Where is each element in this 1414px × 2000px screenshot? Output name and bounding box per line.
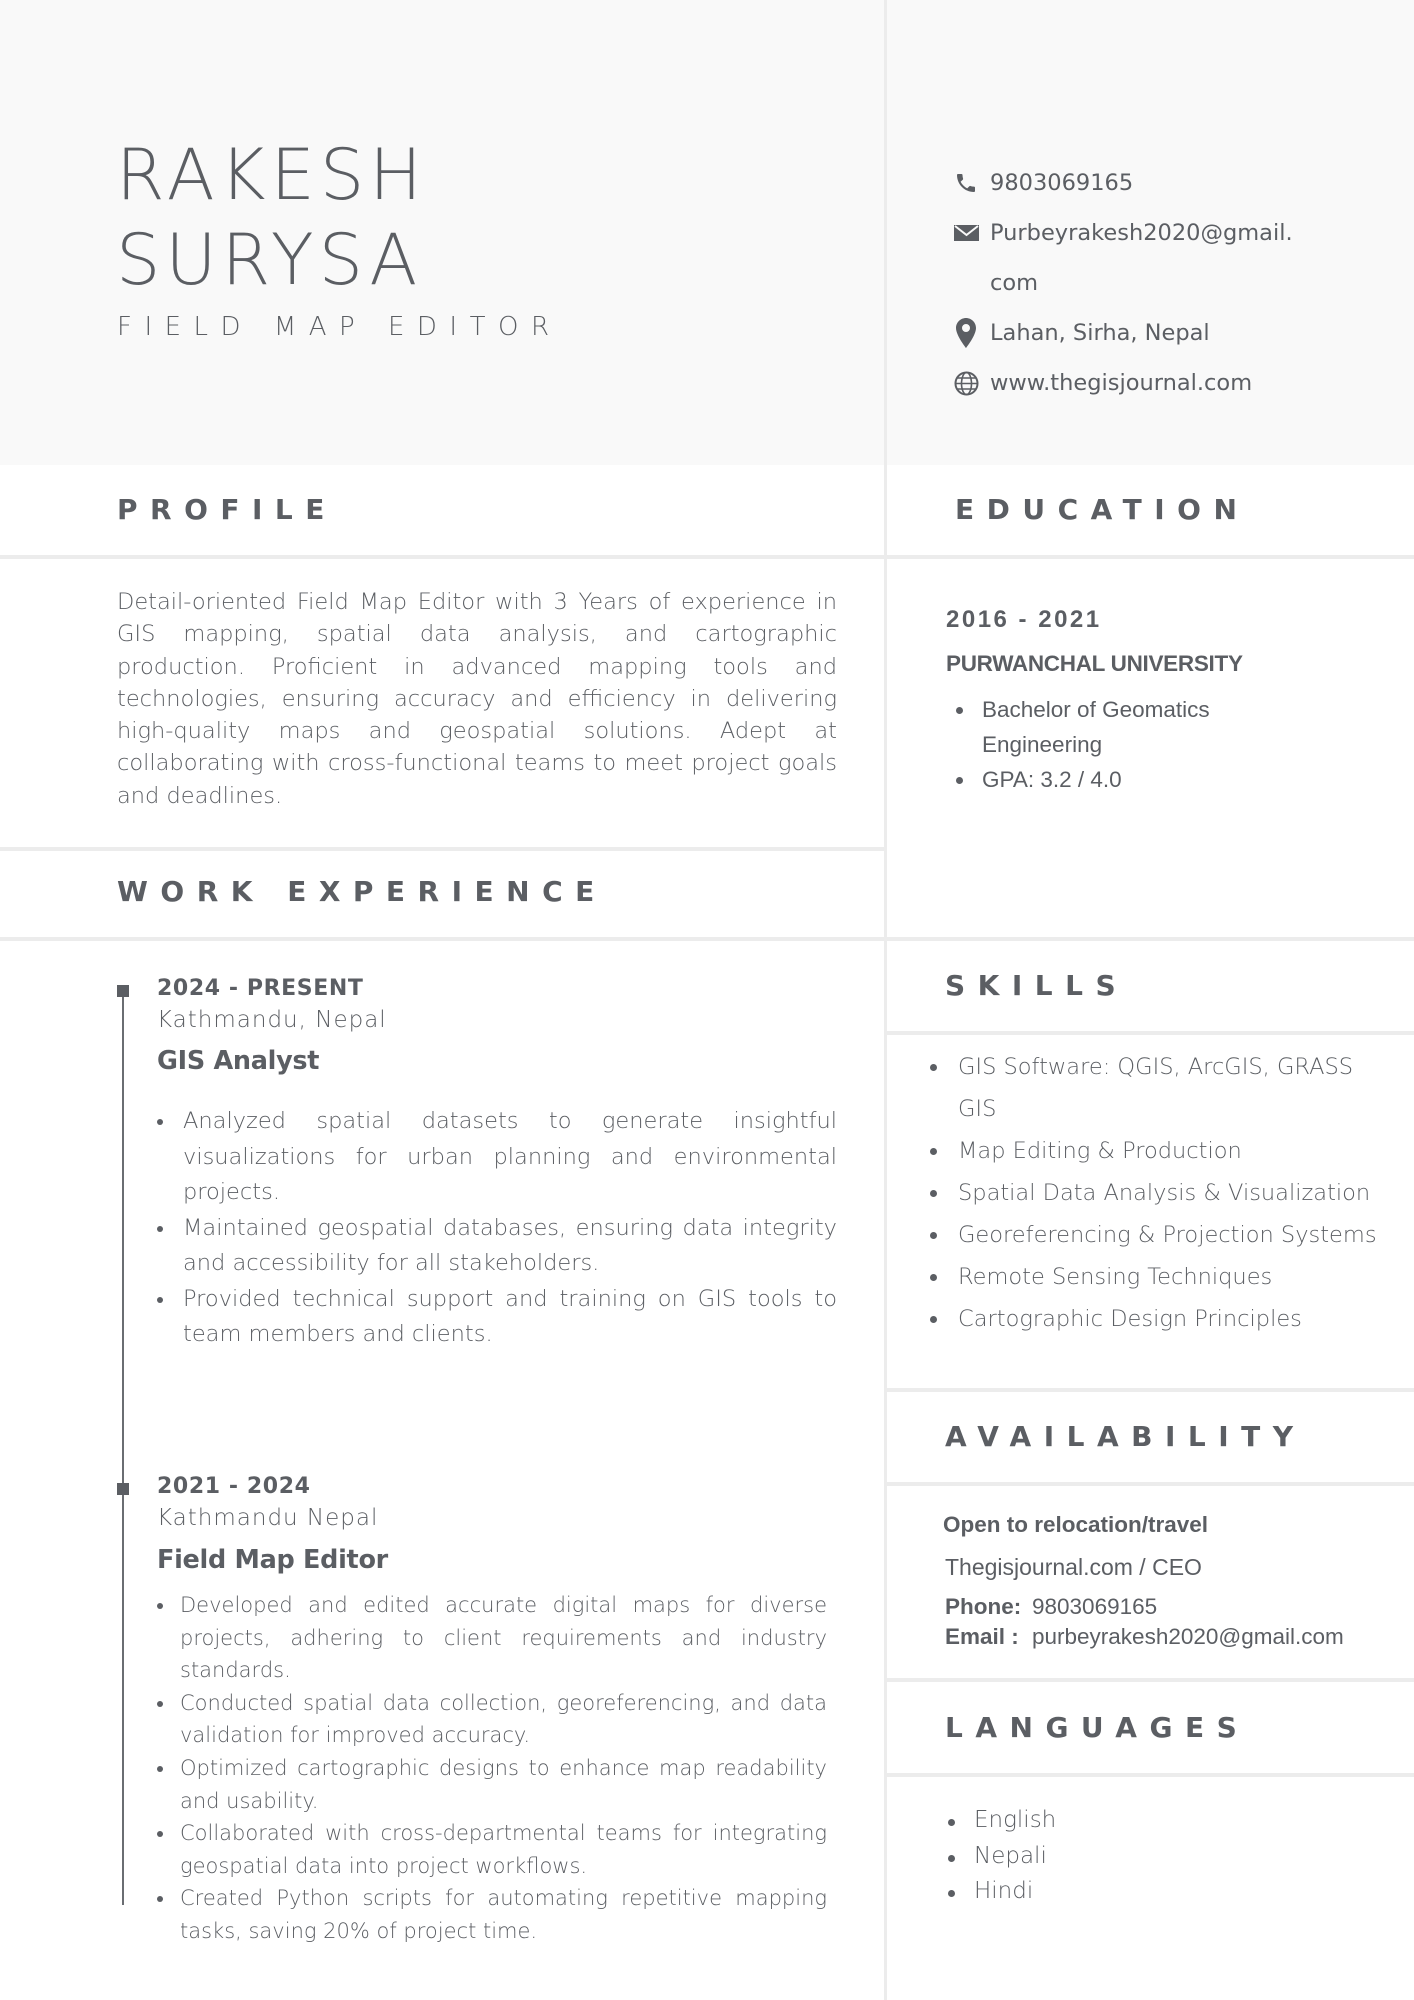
timeline-marker-1 (117, 985, 129, 997)
availability-organization: Thegisjournal.com / CEO (945, 1554, 1202, 1580)
contact-phone: 9803069165 (952, 163, 1133, 203)
education-degree: Bachelor of Geomatics Engineering (956, 692, 1296, 762)
column-divider (884, 0, 887, 2000)
availability-divider-top (887, 1388, 1414, 1392)
job-1-bullet: Analyzed spatial datasets to generate in… (157, 1104, 837, 1211)
location-text: Lahan, Sirha, Nepal (990, 320, 1210, 346)
work-divider-bottom (0, 937, 884, 941)
timeline-line (122, 985, 124, 1905)
skills-heading: SKILLS (945, 969, 1129, 1002)
skill-item: Spatial Data Analysis & Visualization (930, 1172, 1390, 1214)
job-1-bullets: Analyzed spatial datasets to generate in… (157, 1104, 837, 1353)
education-school: PURWANCHAL UNIVERSITY (946, 651, 1243, 676)
job-2-date: 2021 - 2024 (157, 1474, 311, 1499)
globe-icon (952, 369, 980, 397)
contact-email-cont: com (990, 263, 1038, 303)
language-item: English (945, 1803, 1056, 1839)
profile-divider-bottom (0, 555, 884, 559)
availability-phone-label: Phone: (945, 1594, 1022, 1619)
skill-item: Remote Sensing Techniques (930, 1256, 1390, 1298)
email-icon (952, 219, 980, 247)
skill-item: Cartographic Design Principles (930, 1298, 1390, 1340)
website-text[interactable]: www.thegisjournal.com (990, 370, 1252, 396)
contact-location: Lahan, Sirha, Nepal (952, 313, 1210, 353)
skills-list: GIS Software: QGIS, ArcGIS, GRASS GIS Ma… (930, 1046, 1390, 1340)
education-heading: EDUCATION (955, 493, 1250, 526)
skill-item: Georeferencing & Projection Systems (930, 1214, 1390, 1256)
job-1-location: Kathmandu, Nepal (157, 1007, 387, 1033)
job-2-bullets: Developed and edited accurate digital ma… (157, 1589, 827, 1948)
job-2-bullet: Collaborated with cross-departmental tea… (157, 1817, 827, 1882)
job-2-bullet: Conducted spatial data collection, geore… (157, 1687, 827, 1752)
phone-icon (952, 169, 980, 197)
email-text-line2[interactable]: com (990, 270, 1038, 296)
availability-phone-row: Phone: 9803069165 (945, 1594, 1157, 1620)
email-text-line1[interactable]: Purbeyrakesh2020@gmail. (990, 220, 1293, 246)
languages-divider-top (887, 1678, 1414, 1682)
skills-divider-bottom (887, 1031, 1414, 1035)
job-2-bullet: Developed and edited accurate digital ma… (157, 1589, 827, 1687)
work-divider-top (0, 847, 884, 851)
skills-divider-top (887, 937, 1414, 941)
education-gpa: GPA: 3.2 / 4.0 (956, 762, 1296, 797)
education-years: 2016 - 2021 (946, 606, 1102, 633)
skill-item: Map Editing & Production (930, 1130, 1390, 1172)
job-2-role: Field Map Editor (157, 1545, 388, 1575)
availability-headline: Open to relocation/travel (943, 1512, 1209, 1537)
job-2-bullet: Created Python scripts for automating re… (157, 1882, 827, 1947)
profile-summary: Detail-oriented Field Map Editor with 3 … (117, 589, 837, 809)
languages-list: English Nepali Hindi (945, 1803, 1056, 1910)
work-experience-heading: WORK EXPERIENCE (117, 875, 607, 908)
education-details: Bachelor of Geomatics Engineering GPA: 3… (956, 692, 1296, 797)
availability-heading: AVAILABILITY (945, 1420, 1306, 1453)
availability-phone-value: 9803069165 (1032, 1594, 1158, 1619)
first-name: RAKESH (116, 134, 427, 216)
profile-heading: PROFILE (117, 493, 337, 526)
education-divider-bottom (887, 555, 1414, 559)
last-name: SURYSA (116, 219, 423, 301)
job-1-bullet: Maintained geospatial databases, ensurin… (157, 1211, 837, 1282)
job-2-location: Kathmandu Nepal (157, 1505, 379, 1531)
contact-email: Purbeyrakesh2020@gmail. (952, 213, 1293, 253)
languages-heading: LANGUAGES (945, 1711, 1250, 1744)
availability-email-row: Email : purbeyrakesh2020@gmail.com (945, 1624, 1344, 1650)
job-1-role: GIS Analyst (157, 1046, 320, 1076)
languages-divider-bottom (887, 1773, 1414, 1777)
job-1-bullet: Provided technical support and training … (157, 1282, 837, 1353)
language-item: Hindi (945, 1874, 1056, 1910)
availability-divider-bottom (887, 1482, 1414, 1486)
job-2-bullet: Optimized cartographic designs to enhanc… (157, 1752, 827, 1817)
availability-email-label: Email : (945, 1624, 1019, 1649)
location-pin-icon (952, 318, 980, 348)
phone-text: 9803069165 (990, 170, 1134, 196)
contact-website: www.thegisjournal.com (952, 363, 1252, 403)
job-title: FIELD MAP EDITOR (117, 312, 562, 342)
skill-item: GIS Software: QGIS, ArcGIS, GRASS GIS (930, 1046, 1390, 1130)
job-1-date: 2024 - PRESENT (157, 976, 364, 1001)
language-item: Nepali (945, 1839, 1056, 1875)
availability-email-value[interactable]: purbeyrakesh2020@gmail.com (1032, 1624, 1344, 1650)
timeline-marker-2 (117, 1483, 129, 1495)
